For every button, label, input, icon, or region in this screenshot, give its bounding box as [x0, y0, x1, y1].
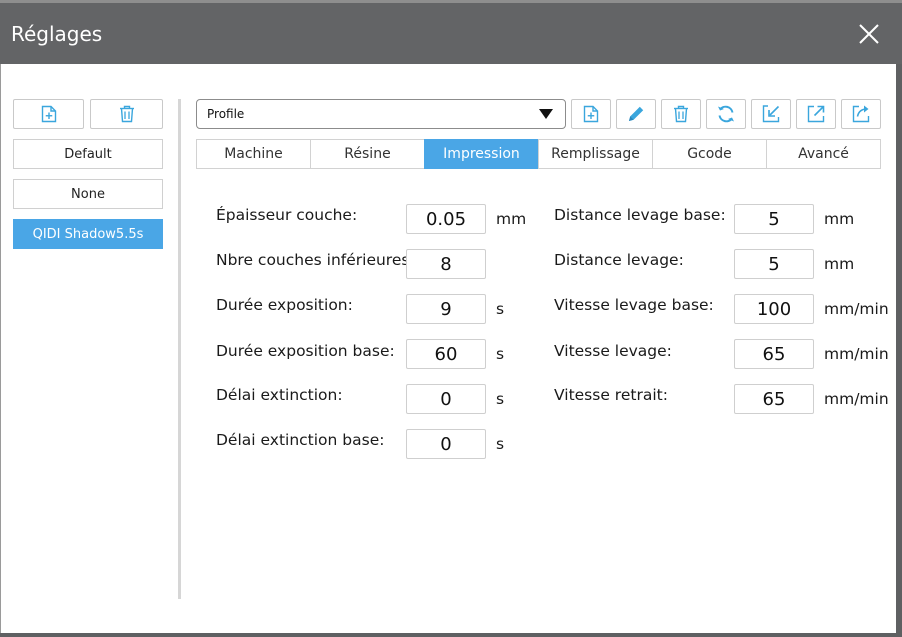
bottom-light-off-delay-input[interactable]: [406, 429, 486, 459]
window-frame-bottom: [0, 633, 902, 637]
bottom-layers-label: Nbre couches inférieures:: [216, 251, 415, 269]
import-icon: [762, 105, 780, 123]
bottom-lift-distance-label: Distance levage base:: [554, 206, 726, 224]
bottom-layers-input[interactable]: [406, 249, 486, 279]
lift-speed-label: Vitesse levage:: [554, 342, 672, 360]
retract-speed-input[interactable]: [734, 384, 814, 414]
layer-thickness-input[interactable]: [406, 204, 486, 234]
exposure-time-unit: s: [496, 300, 505, 318]
title-bar: Réglages: [0, 0, 902, 64]
add-file-icon: [41, 105, 56, 123]
tab-gcode[interactable]: Gcode: [652, 139, 767, 169]
lift-distance-unit: mm: [824, 255, 855, 273]
retract-speed-unit: mm/min: [824, 390, 889, 408]
profile-item-none[interactable]: None: [13, 179, 163, 209]
light-off-delay-label: Délai extinction:: [216, 386, 343, 404]
edit-setting-button[interactable]: [616, 99, 656, 129]
lift-distance-label: Distance levage:: [554, 251, 684, 269]
delete-setting-button[interactable]: [661, 99, 701, 129]
lift-speed-input[interactable]: [734, 339, 814, 369]
bottom-light-off-delay-label: Délai extinction base:: [216, 431, 385, 449]
share-icon: [852, 105, 870, 123]
window-title: Réglages: [11, 22, 103, 46]
tab-resine[interactable]: Résine: [310, 139, 425, 169]
profile-item-qidi-shadow[interactable]: QIDI Shadow5.5s: [13, 219, 163, 249]
exposure-time-label: Durée exposition:: [216, 296, 353, 314]
import-button[interactable]: [751, 99, 791, 129]
refresh-button[interactable]: [706, 99, 746, 129]
bottom-exposure-unit: s: [496, 345, 505, 363]
bottom-lift-distance-input[interactable]: [734, 204, 814, 234]
light-off-delay-unit: s: [496, 390, 505, 408]
trash-icon: [674, 105, 688, 123]
new-setting-button[interactable]: [571, 99, 611, 129]
chevron-down-icon: [539, 109, 553, 119]
add-profile-button[interactable]: [13, 99, 84, 129]
window-frame-right: [896, 64, 902, 637]
panel-splitter[interactable]: [178, 99, 181, 599]
exposure-time-input[interactable]: [406, 294, 486, 324]
tab-machine[interactable]: Machine: [196, 139, 311, 169]
trash-icon: [119, 105, 134, 123]
light-off-delay-input[interactable]: [406, 384, 486, 414]
window-frame-left: [0, 64, 1, 637]
bottom-exposure-input[interactable]: [406, 339, 486, 369]
bottom-light-off-delay-unit: s: [496, 435, 505, 453]
close-icon: [859, 24, 879, 44]
pencil-icon: [629, 106, 644, 121]
share-button[interactable]: [841, 99, 881, 129]
tab-avance[interactable]: Avancé: [766, 139, 881, 169]
retract-speed-label: Vitesse retrait:: [554, 386, 668, 404]
refresh-icon: [718, 105, 734, 123]
bottom-lift-speed-unit: mm/min: [824, 300, 889, 318]
profile-item-default[interactable]: Default: [13, 139, 163, 169]
layer-thickness-unit: mm: [496, 210, 527, 228]
tab-impression[interactable]: Impression: [424, 139, 539, 169]
tab-remplissage[interactable]: Remplissage: [538, 139, 653, 169]
settings-tabs: Machine Résine Impression Remplissage Gc…: [196, 139, 881, 169]
lift-distance-input[interactable]: [734, 249, 814, 279]
bottom-exposure-label: Durée exposition base:: [216, 342, 395, 360]
export-button[interactable]: [796, 99, 836, 129]
close-button[interactable]: [858, 23, 880, 45]
delete-profile-button[interactable]: [90, 99, 163, 129]
bottom-lift-distance-unit: mm: [824, 210, 855, 228]
profile-dropdown-value: Profile: [207, 107, 245, 121]
bottom-lift-speed-label: Vitesse levage base:: [554, 296, 714, 314]
add-file-icon: [583, 105, 599, 123]
layer-thickness-label: Épaisseur couche:: [216, 206, 358, 224]
bottom-lift-speed-input[interactable]: [734, 294, 814, 324]
profile-dropdown[interactable]: Profile: [196, 99, 566, 129]
export-icon: [807, 105, 825, 123]
lift-speed-unit: mm/min: [824, 345, 889, 363]
